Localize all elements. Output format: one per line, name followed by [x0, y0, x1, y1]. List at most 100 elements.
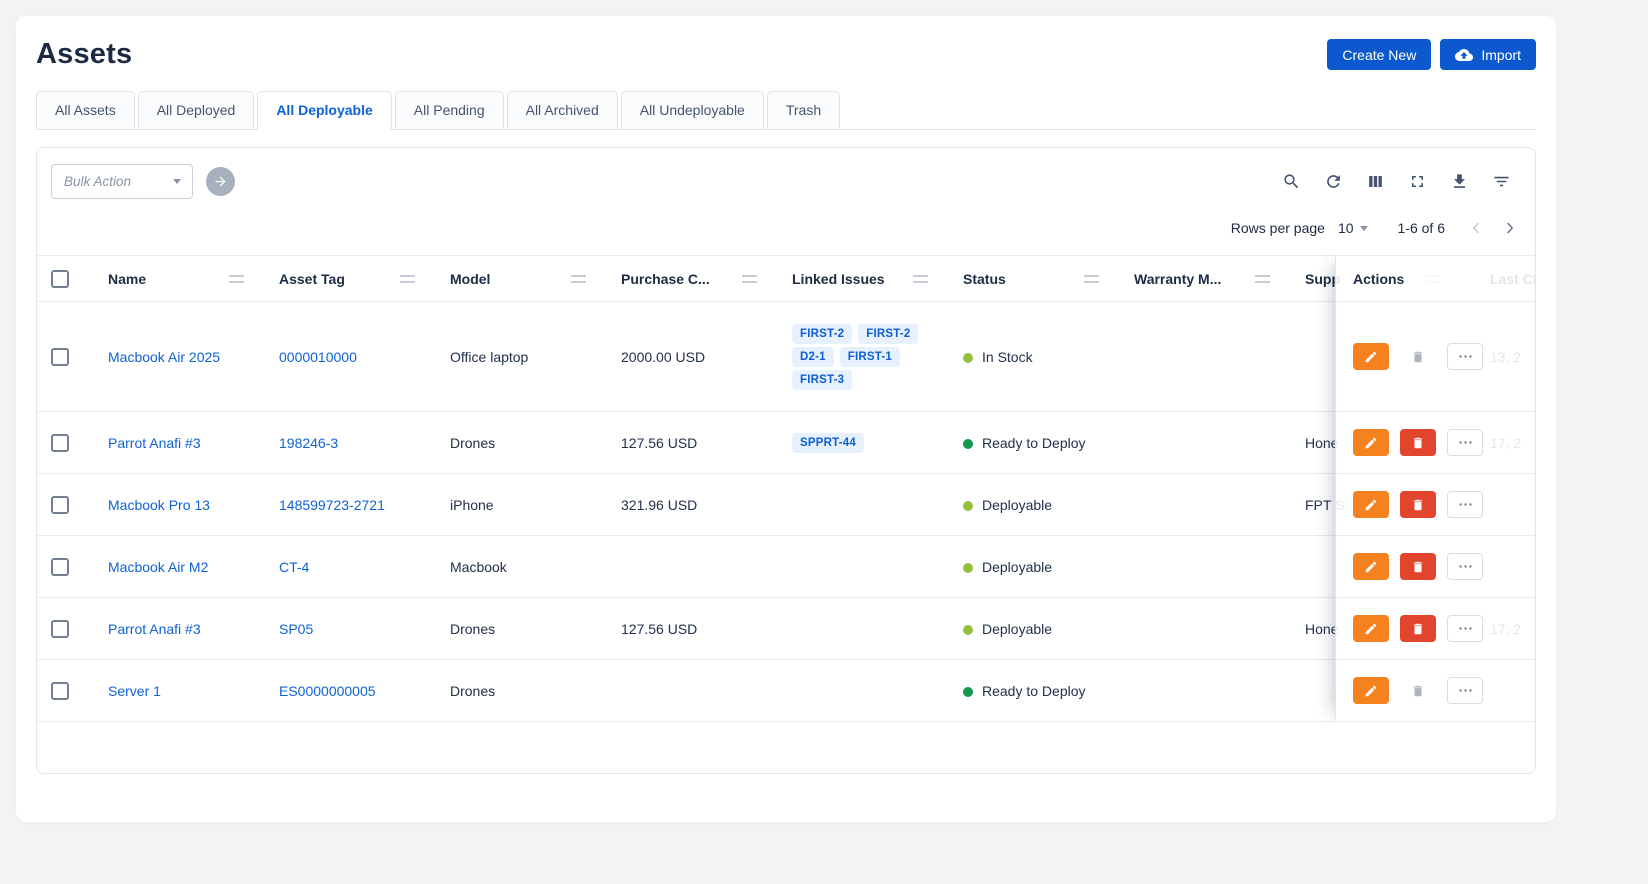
asset-name-link[interactable]: Macbook Air 2025: [108, 349, 220, 365]
column-drag-handle-icon[interactable]: [400, 275, 415, 283]
row-select-cell: [37, 496, 108, 514]
row-actions: [1336, 660, 1535, 722]
edit-button[interactable]: [1353, 677, 1389, 704]
asset-tag-link[interactable]: CT-4: [279, 559, 309, 575]
more-actions-button[interactable]: [1447, 553, 1483, 580]
delete-button[interactable]: [1400, 491, 1436, 518]
import-label: Import: [1481, 47, 1521, 63]
rows-per-page-select[interactable]: 10: [1338, 220, 1368, 236]
delete-button[interactable]: [1400, 615, 1436, 642]
import-button[interactable]: Import: [1440, 39, 1536, 70]
linked-issues-line: SPPRT-44: [792, 433, 953, 453]
row-checkbox[interactable]: [51, 558, 69, 576]
column-header-linked-issues[interactable]: Linked Issues: [792, 271, 963, 287]
asset-tag-link[interactable]: 148599723-2721: [279, 497, 385, 513]
asset-tag-link[interactable]: 198246-3: [279, 435, 338, 451]
edit-button[interactable]: [1353, 343, 1389, 370]
tab-all-undeployable[interactable]: All Undeployable: [621, 91, 764, 130]
bulk-action-select[interactable]: Bulk Action: [51, 164, 193, 199]
asset-tag-link[interactable]: SP05: [279, 621, 313, 637]
create-new-button[interactable]: Create New: [1327, 39, 1431, 70]
asset-name-link[interactable]: Macbook Air M2: [108, 559, 208, 575]
bulk-action-go-button[interactable]: [206, 167, 235, 196]
row-checkbox[interactable]: [51, 620, 69, 638]
delete-button[interactable]: [1400, 429, 1436, 456]
select-all-checkbox[interactable]: [51, 270, 69, 288]
asset-name-link[interactable]: Macbook Pro 13: [108, 497, 210, 513]
previous-page-button[interactable]: [1467, 219, 1485, 237]
tab-trash[interactable]: Trash: [767, 91, 840, 130]
linked-issue-chip[interactable]: FIRST-3: [792, 370, 852, 390]
row-actions: [1336, 474, 1535, 536]
column-header-model[interactable]: Model: [450, 271, 621, 287]
asset-tag-link[interactable]: ES0000000005: [279, 683, 376, 699]
more-actions-button[interactable]: [1447, 343, 1483, 370]
more-dots-icon: [1457, 620, 1474, 637]
toolbar-columns-button[interactable]: [1364, 170, 1387, 193]
asset-name-link[interactable]: Server 1: [108, 683, 161, 699]
edit-button[interactable]: [1353, 429, 1389, 456]
column-drag-handle-icon[interactable]: [229, 275, 244, 283]
linked-issue-chip[interactable]: FIRST-2: [792, 324, 852, 344]
column-header-asset-tag[interactable]: Asset Tag: [279, 271, 450, 287]
name-cell: Parrot Anafi #3: [108, 621, 279, 637]
pencil-icon: [1364, 622, 1378, 636]
model-cell: Macbook: [450, 559, 621, 575]
linked-issue-chip[interactable]: SPPRT-44: [792, 433, 864, 453]
tab-all-pending[interactable]: All Pending: [395, 91, 504, 130]
table-row: Parrot Anafi #3198246-3Drones127.56 USDS…: [37, 412, 1535, 474]
column-header-name[interactable]: Name: [108, 271, 279, 287]
status-label: Ready to Deploy: [982, 683, 1086, 699]
asset-tag-link[interactable]: 0000010000: [279, 349, 357, 365]
edit-button[interactable]: [1353, 615, 1389, 642]
asset-name-link[interactable]: Parrot Anafi #3: [108, 435, 201, 451]
toolbar-icons: [1280, 170, 1521, 193]
edit-button[interactable]: [1353, 491, 1389, 518]
status-dot: [963, 353, 973, 363]
column-label: Name: [108, 271, 146, 287]
linked-issue-chip[interactable]: FIRST-1: [840, 347, 900, 367]
column-drag-handle-icon[interactable]: [571, 275, 586, 283]
table-row: Macbook Air 20250000010000Office laptop2…: [37, 302, 1535, 412]
delete-button[interactable]: [1400, 343, 1436, 370]
assets-card: Assets Create New Import All AssetsAll D…: [16, 16, 1556, 822]
toolbar-search-button[interactable]: [1280, 170, 1303, 193]
toolbar-refresh-button[interactable]: [1322, 170, 1345, 193]
linked-issue-chip[interactable]: D2-1: [792, 347, 834, 367]
tab-all-deployed[interactable]: All Deployed: [138, 91, 255, 130]
row-checkbox[interactable]: [51, 682, 69, 700]
model-cell: Drones: [450, 621, 621, 637]
edit-button[interactable]: [1353, 553, 1389, 580]
linked-issue-chip[interactable]: FIRST-2: [858, 324, 918, 344]
more-actions-button[interactable]: [1447, 615, 1483, 642]
more-actions-button[interactable]: [1447, 429, 1483, 456]
tab-all-archived[interactable]: All Archived: [507, 91, 618, 130]
toolbar-download-button[interactable]: [1448, 170, 1471, 193]
asset-name-link[interactable]: Parrot Anafi #3: [108, 621, 201, 637]
select-all-cell: [37, 270, 108, 288]
tab-all-assets[interactable]: All Assets: [36, 91, 135, 130]
chevron-down-icon: [173, 179, 181, 184]
toolbar-filter-button[interactable]: [1490, 170, 1513, 193]
pencil-icon: [1364, 436, 1378, 450]
delete-button[interactable]: [1400, 677, 1436, 704]
column-drag-handle-icon[interactable]: [742, 275, 757, 283]
column-header-purchase-c[interactable]: Purchase C...: [621, 271, 792, 287]
column-drag-handle-icon[interactable]: [1255, 275, 1270, 283]
delete-button[interactable]: [1400, 553, 1436, 580]
more-actions-button[interactable]: [1447, 677, 1483, 704]
row-checkbox[interactable]: [51, 348, 69, 366]
next-page-button[interactable]: [1501, 219, 1519, 237]
bulk-action-placeholder: Bulk Action: [64, 174, 131, 189]
more-actions-button[interactable]: [1447, 491, 1483, 518]
column-drag-handle-icon[interactable]: [1084, 275, 1099, 283]
column-drag-handle-icon[interactable]: [913, 275, 928, 283]
row-checkbox[interactable]: [51, 496, 69, 514]
toolbar-fullscreen-button[interactable]: [1406, 170, 1429, 193]
column-header-warranty-m[interactable]: Warranty M...: [1134, 271, 1305, 287]
tab-all-deployable[interactable]: All Deployable: [257, 91, 391, 130]
trash-icon: [1411, 560, 1425, 574]
purchase-cost-cell: 127.56 USD: [621, 621, 792, 637]
column-header-status[interactable]: Status: [963, 271, 1134, 287]
row-checkbox[interactable]: [51, 434, 69, 452]
